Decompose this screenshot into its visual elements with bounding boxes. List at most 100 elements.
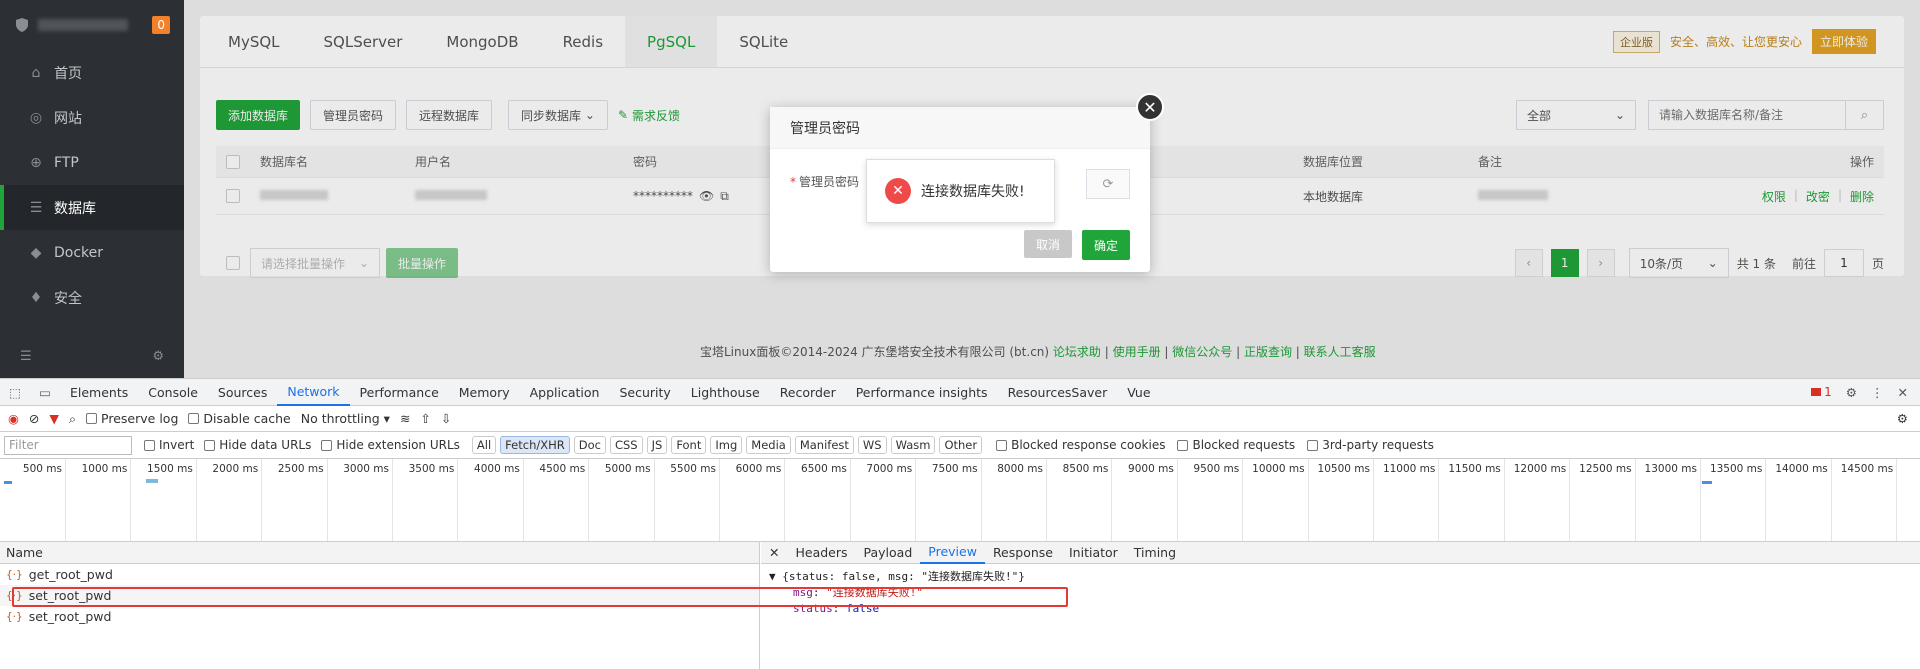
sidebar-item-label: FTP [54,154,79,171]
filter-icon[interactable]: ▼ [49,411,59,426]
timeline-tick: 8000 ms [997,463,1043,475]
preview-summary[interactable]: ▼ {status: false, msg: "连接数据库失败!"} [769,568,1912,584]
dialog-footer: 取消 确定 [1023,230,1130,260]
preview-summary-text: {status: false, msg: "连接数据库失败!"} [782,570,1025,583]
name-column-header[interactable]: Name [0,542,759,564]
more-options-icon[interactable]: ⋮ [1871,385,1884,400]
devtools-tab-sources[interactable]: Sources [208,379,277,406]
cancel-button[interactable]: 取消 [1023,230,1072,258]
extra-filter-label: Blocked response cookies [1011,438,1166,452]
import-har-icon[interactable]: ⇧ [420,411,430,426]
devtools-tab-lighthouse[interactable]: Lighthouse [681,379,770,406]
type-filter-ws[interactable]: WS [857,436,887,454]
preserve-log-checkbox[interactable]: Preserve log [86,411,178,426]
close-icon[interactable]: ✕ [1136,93,1164,121]
type-filter-all[interactable]: All [471,436,497,454]
type-filter-doc[interactable]: Doc [573,436,606,454]
settings-icon[interactable]: ⚙ [152,349,164,364]
timeline-tick: 13500 ms [1709,463,1763,475]
detail-tab-preview[interactable]: Preview [920,542,985,564]
timeline-tick: 2000 ms [212,463,259,475]
confirm-button[interactable]: 确定 [1081,230,1130,260]
timeline-gridline [980,459,982,541]
error-badge[interactable]: 1 [1811,385,1832,399]
sidebar-item-2[interactable]: ⊕ FTP [0,140,184,185]
devtools-tab-network[interactable]: Network [277,379,350,406]
timeline-gridline [915,459,917,541]
collapse-icon[interactable]: ☰ [20,349,32,364]
type-filter-fetch-xhr[interactable]: Fetch/XHR [500,436,570,454]
throttling-value: No throttling [300,411,380,426]
type-filter-manifest[interactable]: Manifest [794,436,854,454]
detail-tab-payload[interactable]: Payload [856,542,921,564]
filter-option-checkbox[interactable]: Invert [144,438,194,452]
devtools-tab-resourcessaver[interactable]: ResourcesSaver [998,379,1118,406]
type-filter-js[interactable]: JS [646,436,668,454]
inspect-icon[interactable]: ⬚ [0,385,30,400]
type-filter-img[interactable]: Img [710,436,743,454]
timeline-gridline [588,459,590,541]
devtools-close-icon[interactable]: ✕ [1898,385,1908,400]
network-settings-icon[interactable]: ⚙ [1897,411,1920,426]
timeline-tick: 12000 ms [1513,463,1567,475]
search-icon[interactable]: ⌕ [69,411,76,427]
type-filter-other[interactable]: Other [939,436,983,454]
extra-filter-label: 3rd-party requests [1322,438,1434,452]
type-filter-css[interactable]: CSS [609,436,643,454]
sidebar-item-3[interactable]: ☰ 数据库 [0,185,184,230]
detail-tab-timing[interactable]: Timing [1126,542,1184,564]
sidebar-item-1[interactable]: ◎ 网站 [0,95,184,140]
devtools-tab-recorder[interactable]: Recorder [770,379,846,406]
record-icon[interactable]: ◉ [8,411,19,426]
home-icon: ⌂ [31,64,41,81]
notification-badge[interactable]: 0 [152,16,170,34]
filter-option-checkbox[interactable]: Hide extension URLs [321,438,460,452]
extra-filter-checkbox[interactable]: Blocked response cookies [996,438,1165,452]
timeline-gridline [457,459,459,541]
timeline-tick: 3500 ms [408,463,455,475]
clear-icon[interactable]: ⊘ [29,411,39,426]
filter-option-label: Hide data URLs [219,438,312,452]
sidebar-item-5[interactable]: ♦ 安全 [0,275,184,320]
devtools-tab-memory[interactable]: Memory [449,379,520,406]
filter-option-checkbox[interactable]: Hide data URLs [204,438,311,452]
devtools-tab-application[interactable]: Application [520,379,610,406]
request-row[interactable]: {·} get_root_pwd [0,564,759,585]
refresh-icon[interactable]: ⟳ [1086,169,1130,199]
devtools-settings-icon[interactable]: ⚙ [1846,385,1857,400]
devtools-tab-elements[interactable]: Elements [60,379,138,406]
extra-filter-checkbox[interactable]: 3rd-party requests [1307,438,1434,452]
type-filter-wasm[interactable]: Wasm [890,436,936,454]
detail-tab-response[interactable]: Response [985,542,1061,564]
devtools-tab-security[interactable]: Security [609,379,680,406]
sidebar-item-0[interactable]: ⌂ 首页 [0,50,184,95]
timeline-gridline [522,459,524,541]
type-filter-font[interactable]: Font [671,436,707,454]
export-har-icon[interactable]: ⇩ [441,411,451,426]
filter-input[interactable]: Filter [4,435,132,455]
disable-cache-label: Disable cache [203,411,291,426]
devtools-tab-performance-insights[interactable]: Performance insights [846,379,998,406]
close-detail-icon[interactable]: ✕ [761,545,787,560]
sidebar-item-4[interactable]: ◆ Docker [0,230,184,275]
detail-tab-initiator[interactable]: Initiator [1061,542,1126,564]
timeline-gridline [784,459,786,541]
extra-filter-checkbox[interactable]: Blocked requests [1177,438,1295,452]
timeline-gridline [849,459,851,541]
type-filter-media[interactable]: Media [746,436,791,454]
timeline-gridline [65,459,66,541]
request-name: get_root_pwd [28,567,113,582]
timeline-tick: 9500 ms [1193,463,1240,475]
network-conditions-icon[interactable]: ≋ [400,411,410,426]
devtools-tab-console[interactable]: Console [138,379,208,406]
timeline-gridline [1307,459,1309,541]
disable-cache-checkbox[interactable]: Disable cache [188,411,291,426]
device-toolbar-icon[interactable]: ▭ [30,385,60,400]
devtools-tab-performance[interactable]: Performance [350,379,449,406]
sidebar-item-label: 数据库 [54,200,96,217]
detail-tab-headers[interactable]: Headers [787,542,855,564]
timeline-gridline [1765,459,1767,541]
request-row[interactable]: {·} set_root_pwd [0,606,759,627]
throttling-select[interactable]: No throttling ▾ [301,411,390,426]
devtools-tab-vue[interactable]: Vue [1117,379,1160,406]
